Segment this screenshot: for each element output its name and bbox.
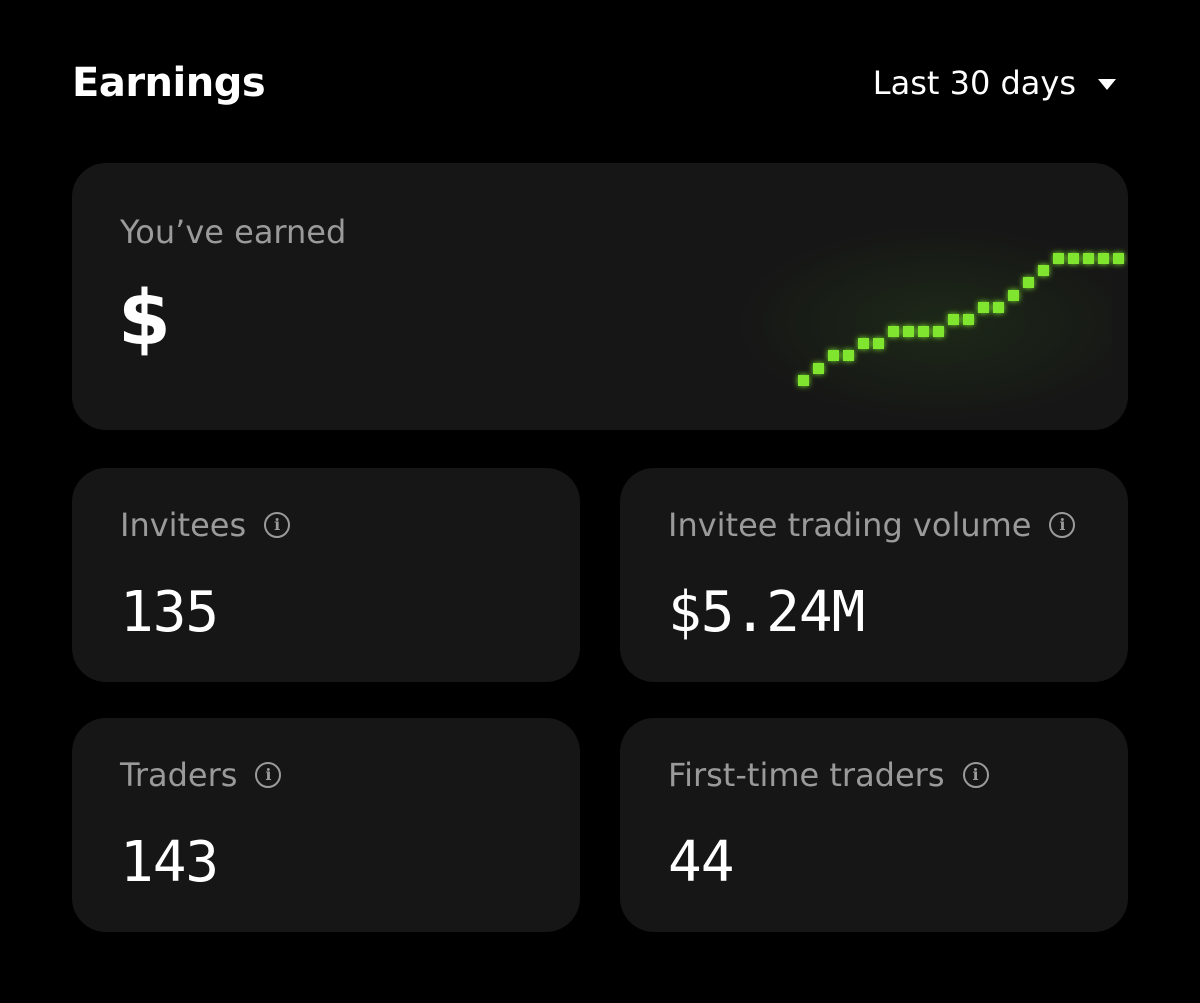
sparkline-pixel xyxy=(1053,253,1064,264)
sparkline-pixel xyxy=(1038,265,1049,276)
sparkline-pixel xyxy=(1068,253,1079,264)
earnings-sparkline xyxy=(798,253,1124,386)
sparkline-pixel xyxy=(813,363,824,374)
first-time-traders-label-row: First-time traders i xyxy=(668,756,989,794)
sparkline-pixel xyxy=(888,326,899,337)
sparkline-pixel xyxy=(1008,290,1019,301)
earned-value: $ xyxy=(118,273,171,362)
sparkline-pixel xyxy=(798,375,809,386)
first-time-traders-value: 44 xyxy=(668,830,734,895)
traders-label-row: Traders i xyxy=(120,756,282,794)
invitees-card: Invitees i 135 xyxy=(72,468,580,682)
info-icon[interactable]: i xyxy=(264,512,291,538)
invitee-volume-value: $5.24M xyxy=(668,580,865,645)
traders-label: Traders xyxy=(120,756,238,794)
invitees-value: 135 xyxy=(120,580,219,645)
earned-label: You’ve earned xyxy=(120,213,347,251)
sparkline-pixel xyxy=(828,350,839,361)
invitees-label-row: Invitees i xyxy=(120,506,291,544)
sparkline-pixel xyxy=(1113,253,1124,264)
info-icon[interactable]: i xyxy=(962,762,989,788)
sparkline-pixel xyxy=(903,326,914,337)
sparkline-pixel xyxy=(843,350,854,361)
caret-down-icon xyxy=(1098,78,1116,90)
invitee-volume-label-row: Invitee trading volume i xyxy=(668,506,1076,544)
date-range-dropdown[interactable]: Last 30 days xyxy=(873,64,1116,102)
sparkline-pixel xyxy=(963,314,974,325)
sparkline-pixel xyxy=(978,302,989,313)
earned-card: You’ve earned $ xyxy=(72,163,1128,430)
date-range-label: Last 30 days xyxy=(872,64,1076,102)
sparkline-pixel xyxy=(948,314,959,325)
invitees-label: Invitees xyxy=(120,506,247,544)
traders-value: 143 xyxy=(120,830,219,895)
sparkline-pixel xyxy=(1083,253,1094,264)
sparkline-pixel xyxy=(858,338,869,349)
page-title: Earnings xyxy=(72,60,266,106)
info-icon[interactable]: i xyxy=(255,762,282,788)
first-time-traders-label: First-time traders xyxy=(668,756,945,794)
sparkline-pixel xyxy=(1023,277,1034,288)
traders-card: Traders i 143 xyxy=(72,718,580,932)
sparkline-pixel xyxy=(873,338,884,349)
first-time-traders-card: First-time traders i 44 xyxy=(620,718,1128,932)
info-icon[interactable]: i xyxy=(1049,512,1076,538)
sparkline-pixel xyxy=(993,302,1004,313)
sparkline-pixel xyxy=(1098,253,1109,264)
invitee-volume-card: Invitee trading volume i $5.24M xyxy=(620,468,1128,682)
invitee-volume-label: Invitee trading volume xyxy=(668,506,1032,544)
sparkline-pixel xyxy=(918,326,929,337)
sparkline-pixel xyxy=(933,326,944,337)
